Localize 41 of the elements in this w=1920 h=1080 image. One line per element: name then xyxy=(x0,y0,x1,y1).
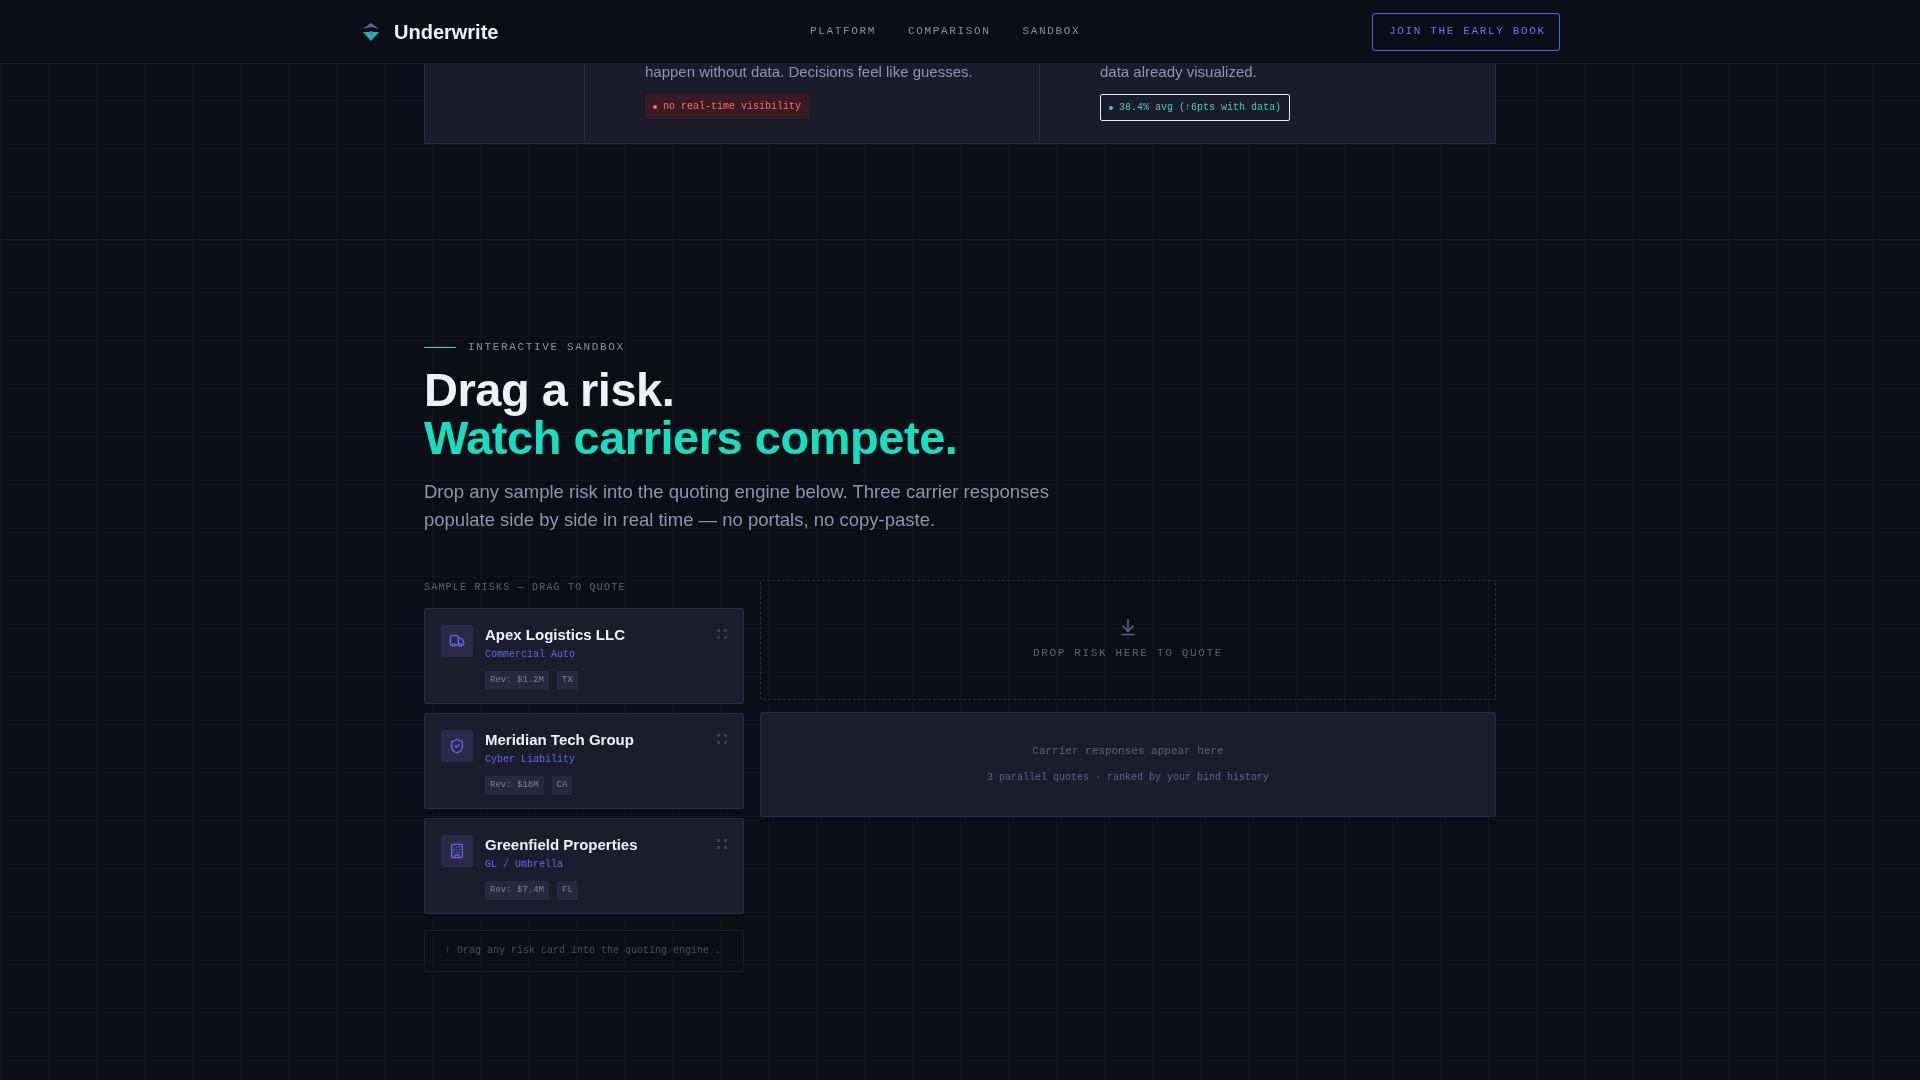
building-icon xyxy=(449,842,465,859)
nav-link[interactable]: PLATFORM xyxy=(810,23,877,40)
drag-handle-icon[interactable] xyxy=(717,838,727,849)
drop-zone-label: DROP RISK HERE TO QUOTE xyxy=(1033,646,1223,662)
risk-card[interactable]: Greenfield Properties GL / Umbrella Rev: $7.4M FL xyxy=(424,817,744,914)
comparison-text: happen without data. Decisions feel like guesses. xyxy=(645,64,974,80)
risk-tag: TX xyxy=(557,670,578,690)
nav-link[interactable]: COMPARISON xyxy=(908,23,991,40)
status-badge: 38.4% avg (↑6pts with data) xyxy=(1100,94,1291,121)
drag-handle-icon[interactable] xyxy=(717,733,727,744)
nav-link[interactable]: SANDBOX xyxy=(1022,23,1081,40)
download-icon xyxy=(1118,617,1138,638)
drag-handle-icon[interactable] xyxy=(717,628,727,639)
hint-text: ↑ Drag any risk card into the quoting engine . xyxy=(445,944,722,958)
risk-line: Cyber Liability xyxy=(485,752,576,767)
shield-icon xyxy=(449,737,465,754)
headline: Drag a risk. xyxy=(424,365,676,414)
risk-card[interactable]: Apex Logistics LLC Commercial Auto Rev: $1.2M TX xyxy=(424,607,744,704)
risk-name: Apex Logistics LLC xyxy=(485,624,627,645)
section-description: Drop any sample risk into the quoting engine below. Three carrier responses populate side by side in real time — no portals, no copy-paste. xyxy=(424,479,1050,532)
risk-line: Commercial Auto xyxy=(485,647,576,662)
comparison-text: data already visualized. xyxy=(1100,64,1258,80)
risk-name: Meridian Tech Group xyxy=(485,729,635,750)
risk-tag: Rev: $1.2M xyxy=(485,670,549,690)
brand-name: Underwrite xyxy=(394,19,499,45)
results-subtitle: 3 parallel quotes · ranked by your bind history xyxy=(986,770,1269,785)
risk-tag: CA xyxy=(551,775,573,795)
results-title: Carrier responses appear here xyxy=(1032,744,1224,760)
join-button[interactable]: JOIN THE EARLY BOOK xyxy=(1372,12,1560,51)
risk-line: GL / Umbrella xyxy=(485,857,564,872)
risk-tag: Rev: $7.4M xyxy=(485,880,549,900)
risks-label: SAMPLE RISKS — DRAG TO QUOTE xyxy=(424,580,627,595)
truck-icon xyxy=(449,632,465,649)
status-badge: no real-time visibility xyxy=(645,94,810,119)
risk-name: Greenfield Properties xyxy=(485,834,639,855)
section-eyebrow: INTERACTIVE SANDBOX xyxy=(468,340,625,355)
risk-card[interactable]: Meridian Tech Group Cyber Liability Rev: $18M CA xyxy=(424,712,744,809)
risk-tag: FL xyxy=(557,880,578,900)
risk-tag: Rev: $18M xyxy=(485,775,544,795)
drop-zone[interactable]: DROP RISK HERE TO QUOTE xyxy=(760,579,1496,700)
logo-icon xyxy=(360,20,382,43)
